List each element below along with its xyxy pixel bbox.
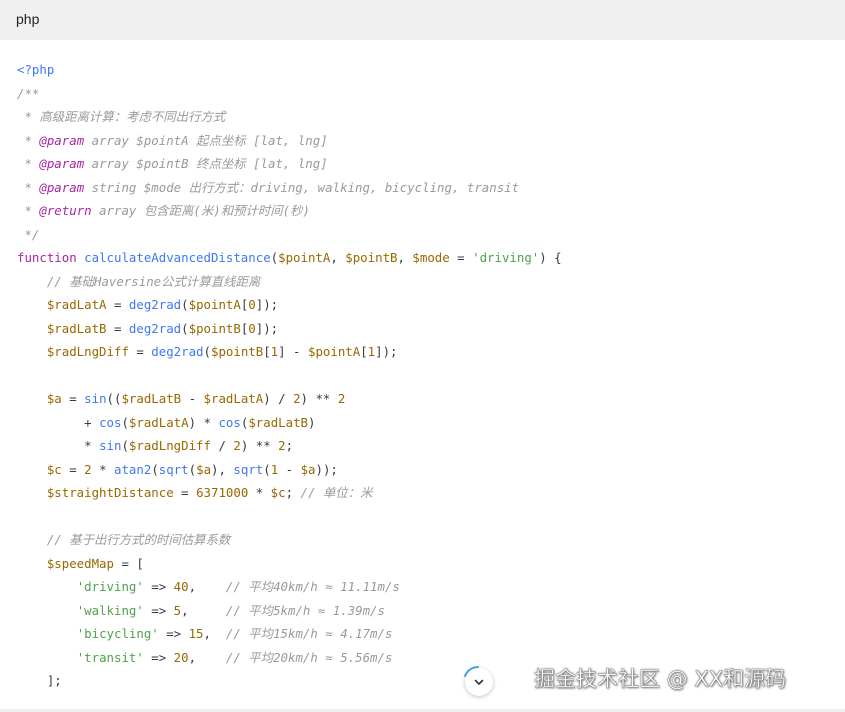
chevron-down-icon	[474, 679, 484, 685]
code-line: 'driving' => 40, // 平均40km/h ≈ 11.11m/s	[76, 579, 400, 594]
code-line: * @return array 包含距离(米)和预计时间(秒)	[17, 203, 310, 218]
code-line: + cos($radLatA) * cos($radLatB)	[17, 414, 316, 430]
code-line: $c = 2 * atan2(sqrt($a), sqrt(1 - $a));	[46, 461, 338, 477]
code-line: $radLngDiff = deg2rad($pointB[1] - $poin…	[46, 344, 398, 359]
code-line: */	[17, 226, 40, 242]
code-line: $a = sin(($radLatB - $radLatA) / 2) ** 2	[46, 391, 346, 406]
code-line: $speedMap = [	[46, 555, 144, 571]
code-block: <?php /** * 高级距离计算：考虑不同出行方式 * @param arra…	[17, 58, 562, 693]
code-language-label: php	[16, 11, 40, 27]
code-block-header: php	[0, 0, 845, 40]
code-line: 'bicycling' => 15, // 平均15km/h ≈ 4.17m/s	[76, 626, 393, 641]
scroll-down-button[interactable]	[465, 668, 493, 696]
watermark: 掘金技术社区 @ XX和源码	[534, 667, 787, 691]
code-line: $radLatB = deg2rad($pointB[0]);	[46, 320, 279, 336]
code-line: * @param array $pointA 起点坐标 [lat, lng]	[17, 132, 328, 148]
code-line: 'walking' => 5, // 平均5km/h ≈ 1.39m/s	[76, 602, 385, 618]
code-line: $radLatA = deg2rad($pointA[0]);	[46, 297, 279, 312]
code-line: function calculateAdvancedDistance($poin…	[17, 250, 562, 265]
code-line: // 基于出行方式的时间估算系数	[46, 532, 231, 547]
code-line: // 基础Haversine公式计算直线距离	[46, 273, 261, 289]
code-line: $straightDistance = 6371000 * $c; // 单位：…	[46, 485, 373, 500]
code-line: /**	[17, 85, 40, 101]
code-line: * @param string $mode 出行方式：driving, walk…	[17, 179, 520, 195]
code-line: * @param array $pointB 终点坐标 [lat, lng]	[17, 156, 328, 171]
code-line: * sin($radLngDiff / 2) ** 2;	[17, 438, 294, 453]
code-line: <?php	[17, 62, 55, 77]
code-line: * 高级距离计算：考虑不同出行方式	[17, 109, 226, 124]
